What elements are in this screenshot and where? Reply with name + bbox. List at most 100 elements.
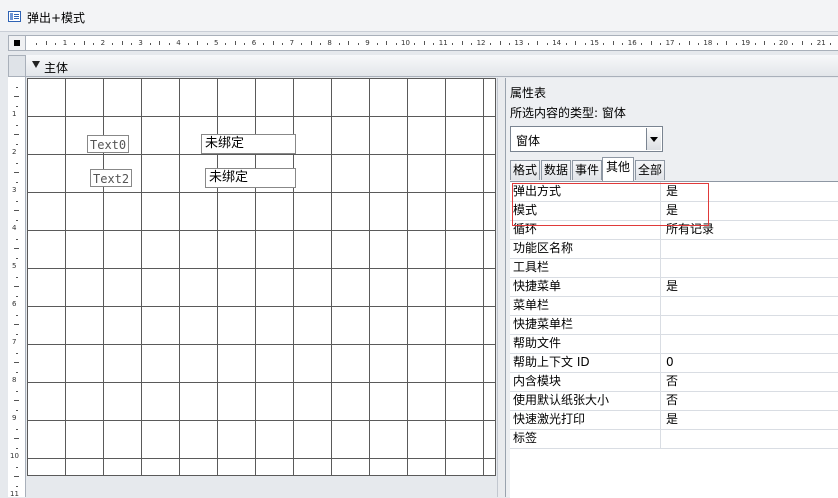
property-value[interactable]: 0 (666, 353, 674, 371)
ruler-tick (263, 43, 265, 45)
ruler-tick (830, 43, 832, 45)
property-name: 工具栏 (510, 258, 661, 277)
section-selector[interactable] (8, 55, 26, 77)
property-row[interactable]: 标签 (510, 429, 838, 449)
object-selector-combo[interactable]: 窗体 (510, 126, 663, 152)
tab-format[interactable]: 格式 (510, 160, 540, 180)
ruler-tick (121, 41, 123, 45)
ruler-tick (575, 41, 577, 45)
property-row[interactable]: 帮助文件 (510, 334, 838, 354)
ruler-tick (197, 41, 199, 45)
property-name: 快捷菜单 (510, 277, 661, 296)
ruler-tick (801, 41, 803, 45)
property-row[interactable]: 工具栏 (510, 258, 838, 278)
property-row[interactable]: 模式是 (510, 201, 838, 221)
ruler-number: 6 (251, 39, 257, 47)
property-row[interactable]: 功能区名称 (510, 239, 838, 259)
ruler-tick (16, 105, 18, 107)
property-value[interactable]: 否 (666, 391, 678, 409)
form-icon (8, 11, 21, 22)
property-row[interactable]: 菜单栏 (510, 296, 838, 316)
text0-label[interactable]: Text0 (87, 135, 130, 153)
tab-all[interactable]: 全部 (635, 160, 665, 180)
ruler-tick (376, 43, 378, 45)
property-name: 使用默认纸张大小 (510, 391, 661, 410)
property-row[interactable]: 快捷菜单是 (510, 277, 838, 297)
vertical-ruler[interactable]: 1 2 3 4 5 6 7 8 9 10 11 (8, 77, 26, 497)
ruler-tick (16, 257, 18, 259)
text2-textbox[interactable]: 未绑定 (205, 168, 296, 188)
property-row[interactable]: 快速激光打印是 (510, 410, 838, 430)
ruler-tick (716, 43, 718, 45)
ruler-tick (16, 428, 18, 430)
ruler-tick (764, 41, 766, 45)
ruler-number: 5 (214, 39, 219, 47)
ruler-tick (461, 41, 463, 45)
property-value[interactable]: 否 (666, 372, 678, 390)
ruler-tick (423, 41, 425, 45)
property-name: 快捷菜单栏 (510, 315, 661, 334)
ruler-number: 20 (779, 39, 788, 47)
ruler-tick (55, 43, 57, 45)
ruler-tick (16, 181, 18, 183)
ruler-number: 2 (100, 39, 106, 47)
ruler-tick (14, 286, 19, 287)
property-row[interactable]: 使用默认纸张大小否 (510, 391, 838, 411)
text0-textbox[interactable]: 未绑定 (201, 134, 296, 154)
ruler-number: 14 (552, 39, 562, 47)
property-name: 弹出方式 (510, 182, 661, 201)
property-sheet: 属性表 所选内容的类型: 窗体 窗体 格式 数据 事件 其他 全部 弹出方式是模… (505, 78, 838, 498)
title-bar: 弹出+模式 (0, 0, 838, 32)
ruler-tick (310, 41, 312, 45)
property-value[interactable]: 所有记录 (666, 220, 714, 238)
ruler-tick (471, 43, 473, 45)
ruler-number: 7 (12, 338, 17, 346)
property-name: 帮助文件 (510, 334, 661, 353)
tab-event[interactable]: 事件 (572, 160, 602, 180)
text2-label[interactable]: Text2 (90, 169, 133, 187)
ruler-tick (301, 43, 303, 45)
property-row[interactable]: 快捷菜单栏 (510, 315, 838, 335)
property-row[interactable]: 循环 所有记录 (510, 220, 838, 240)
form-selector-button[interactable] (8, 35, 26, 51)
ruler-tick (159, 41, 161, 45)
ruler-tick (16, 390, 18, 392)
ruler-tick (14, 134, 19, 135)
property-value[interactable]: 是 (666, 410, 678, 428)
ruler-tick (16, 314, 18, 316)
tab-other[interactable]: 其他 (602, 157, 634, 181)
ruler-tick (348, 41, 350, 45)
ruler-tick (16, 238, 18, 240)
property-row[interactable]: 帮助上下文 ID 0 (510, 353, 838, 373)
window-title: 弹出+模式 (27, 11, 86, 25)
ruler-tick (16, 143, 18, 145)
ruler-number: 21 (816, 39, 826, 47)
ruler-number: 6 (12, 300, 17, 308)
section-collapse-icon (32, 61, 40, 68)
ruler-tick (14, 400, 19, 401)
property-value[interactable]: 是 (666, 277, 678, 295)
ruler-tick (74, 43, 76, 45)
tab-data[interactable]: 数据 (541, 160, 571, 180)
property-value[interactable]: 是 (666, 201, 678, 219)
dropdown-arrow-icon[interactable] (646, 128, 661, 150)
ruler-tick (14, 362, 19, 363)
property-name: 功能区名称 (510, 239, 661, 258)
property-name: 循环 (510, 220, 661, 239)
property-value[interactable]: 是 (666, 182, 678, 200)
property-row[interactable]: 弹出方式是 (510, 182, 838, 202)
ruler-tick (225, 43, 227, 45)
ruler-tick (386, 41, 388, 45)
ruler-tick (395, 43, 397, 45)
property-row[interactable]: 内含模块否 (510, 372, 838, 392)
section-header-detail[interactable]: 主体 (26, 55, 838, 77)
section-label: 主体 (44, 61, 69, 75)
object-selector-value: 窗体 (516, 134, 541, 148)
property-name: 模式 (510, 201, 661, 220)
ruler-tick (14, 476, 19, 477)
horizontal-ruler[interactable]: 1 2 3 4 5 6 7 8 9 10 11 12 13 14 15 16 17 18 19 20 21 (26, 35, 838, 51)
ruler-tick (112, 43, 114, 45)
ruler-number: 17 (665, 39, 675, 47)
ruler-tick (16, 352, 18, 354)
ruler-tick (14, 324, 19, 325)
